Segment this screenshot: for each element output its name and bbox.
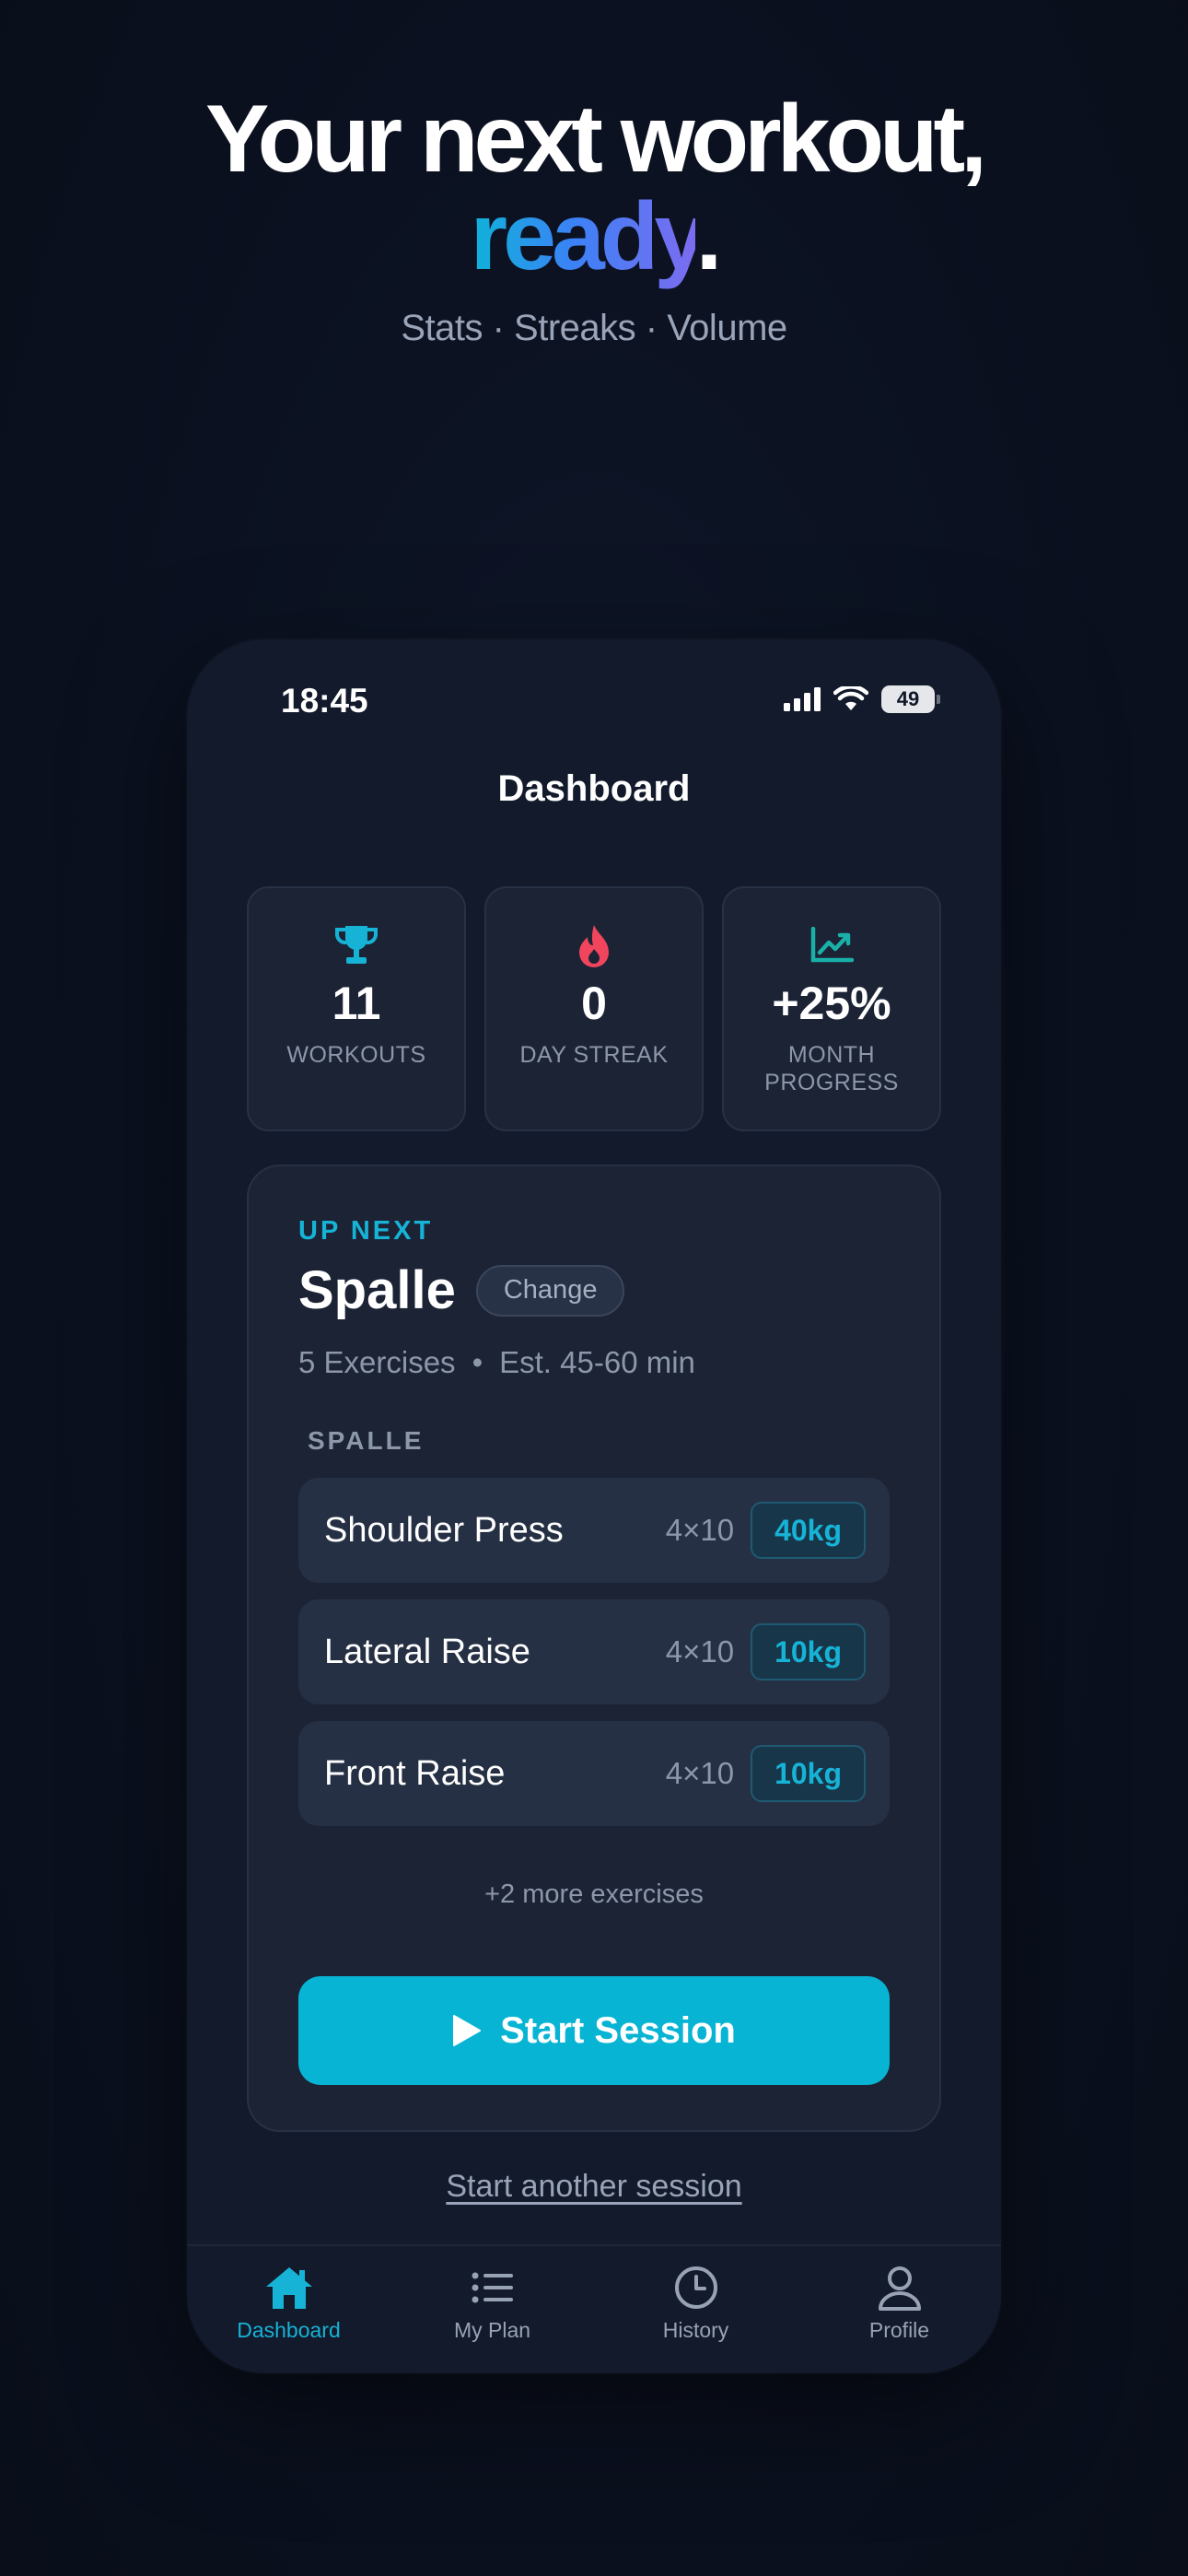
list-icon: [472, 2272, 513, 2303]
phone-frame: 18:45 49 Dashboard 11 WORKOUTS 0 DAY STR…: [187, 639, 1001, 2373]
start-session-label: Start Session: [500, 2009, 736, 2051]
hero-title-accent: ready: [470, 183, 701, 290]
tab-my-plan[interactable]: My Plan: [390, 2246, 594, 2373]
tab-label: Profile: [868, 2318, 930, 2342]
tab-profile[interactable]: Profile: [798, 2246, 1001, 2373]
exercise-row[interactable]: Lateral Raise 4×10 10kg: [298, 1599, 890, 1704]
stat-label: WORKOUTS: [286, 1042, 426, 1068]
tab-label: Dashboard: [237, 2318, 341, 2342]
tab-label: My Plan: [453, 2318, 531, 2342]
exercise-list: Shoulder Press 4×10 40kg Lateral Raise 4…: [298, 1478, 890, 1826]
battery-icon: 49: [881, 685, 940, 713]
user-icon: [878, 2266, 921, 2311]
exercise-name: Front Raise: [324, 1753, 506, 1793]
flame-icon: [570, 921, 618, 969]
page-title: Dashboard: [497, 768, 691, 809]
exercise-weight-badge: 10kg: [751, 1623, 866, 1680]
duration-estimate: Est. 45-60 min: [499, 1345, 695, 1379]
exercise-row[interactable]: Front Raise 4×10 10kg: [298, 1721, 890, 1826]
exercise-count: 5 Exercises: [298, 1345, 456, 1379]
exercise-sets: 4×10: [665, 1634, 735, 1669]
stats-row: 11 WORKOUTS 0 DAY STREAK +25% MONTH PROG…: [247, 886, 941, 1131]
muscle-group-label: SPALLE: [308, 1426, 425, 1455]
exercise-name: Lateral Raise: [324, 1632, 530, 1671]
workout-name: Spalle: [298, 1260, 456, 1320]
chart-line-icon: [808, 921, 856, 969]
hero-title-period: .: [695, 183, 722, 290]
status-bar: 18:45 49: [187, 682, 1001, 728]
stat-label: DAY STREAK: [519, 1042, 669, 1068]
start-another-session-link[interactable]: Start another session: [187, 2169, 1001, 2205]
workout-card: UP NEXT Spalle Change 5 Exercises • Est. 4…: [247, 1165, 941, 2132]
hero-subtitle: Stats · Streaks · Volume: [401, 308, 787, 348]
exercise-row[interactable]: Shoulder Press 4×10 40kg: [298, 1478, 890, 1583]
stat-value: 11: [332, 978, 381, 1029]
tab-label: History: [662, 2318, 729, 2342]
meta-separator: •: [472, 1345, 483, 1379]
exercise-sets: 4×10: [665, 1756, 735, 1790]
stat-card-progress: +25% MONTH PROGRESS: [722, 886, 941, 1131]
status-time: 18:45: [281, 682, 368, 720]
stat-card-workouts: 11 WORKOUTS: [247, 886, 466, 1131]
more-exercises-link[interactable]: +2 more exercises: [298, 1879, 890, 1910]
trophy-icon: [332, 921, 380, 969]
stat-label: MONTH PROGRESS: [764, 1042, 899, 1095]
clock-icon: [674, 2266, 717, 2309]
workout-meta: 5 Exercises • Est. 45-60 min: [298, 1345, 890, 1380]
home-icon: [265, 2267, 312, 2309]
up-next-label: UP NEXT: [298, 1216, 434, 1246]
wifi-icon: [833, 686, 868, 710]
tab-bar: Dashboard My Plan History Profile: [187, 2244, 1001, 2373]
exercise-weight-badge: 40kg: [751, 1502, 866, 1559]
hero-title: Your next workout, ready.: [0, 90, 1188, 286]
exercise-weight-badge: 10kg: [751, 1745, 866, 1802]
tab-dashboard[interactable]: Dashboard: [187, 2246, 390, 2373]
stat-card-streak: 0 DAY STREAK: [484, 886, 704, 1131]
hero-title-line1: Your next workout,: [204, 86, 987, 193]
exercise-name: Shoulder Press: [324, 1510, 564, 1550]
stat-value: +25%: [772, 978, 891, 1029]
start-session-button[interactable]: Start Session: [298, 1976, 890, 2085]
hero: Your next workout, ready. Stats · Streak…: [0, 90, 1188, 349]
change-workout-button[interactable]: Change: [475, 1264, 625, 1317]
exercise-sets: 4×10: [665, 1513, 735, 1547]
signal-icon: [784, 687, 821, 711]
stat-value: 0: [581, 978, 607, 1029]
tab-history[interactable]: History: [594, 2246, 798, 2373]
status-icons: 49: [784, 685, 940, 713]
play-icon: [453, 2015, 482, 2046]
workout-header: Spalle Change: [298, 1259, 890, 1321]
